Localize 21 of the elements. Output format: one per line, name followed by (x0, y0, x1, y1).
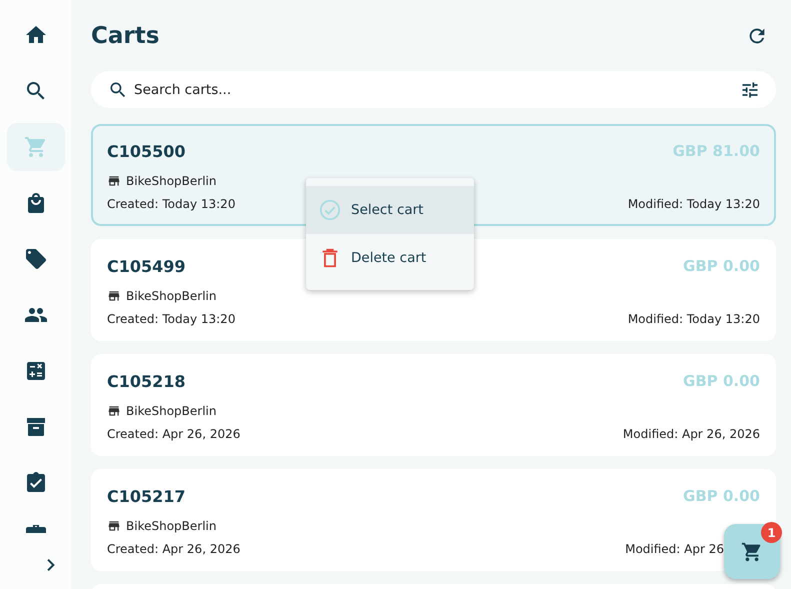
modified-date: Modified: Today 13:20 (628, 197, 760, 214)
cart-total: GBP 0.00 (683, 257, 760, 277)
created-date: Created: Today 13:20 (107, 312, 236, 328)
created-date: Created: Apr 26, 2026 (107, 542, 240, 558)
modified-date: Modified: Apr 26, 2026 (622, 427, 760, 444)
cart-total: GBP 81.00 (672, 142, 760, 162)
shop-name: BikeShopBerlin (126, 404, 216, 418)
modified-date: Modified: Apr 26 (625, 542, 724, 558)
cart-id: C105500 (107, 142, 186, 163)
shop-name: BikeShopBerlin (126, 288, 216, 303)
created-date: Created: Today 13:20 (107, 197, 236, 214)
page-title: Carts (91, 22, 160, 48)
cart-id: C105217 (107, 487, 186, 508)
shop-name: BikeShopBerlin (126, 174, 216, 188)
cart-total: GBP 0.00 (683, 487, 760, 507)
created-date: Created: Apr 26, 2026 (107, 427, 240, 444)
cart-total: GBP 0.00 (683, 372, 760, 392)
cart-id: C105218 (107, 372, 186, 393)
cart-id: C105499 (107, 257, 186, 278)
shop-name: BikeShopBerlin (126, 518, 216, 533)
modified-date: Modified: Today 13:20 (628, 312, 760, 328)
